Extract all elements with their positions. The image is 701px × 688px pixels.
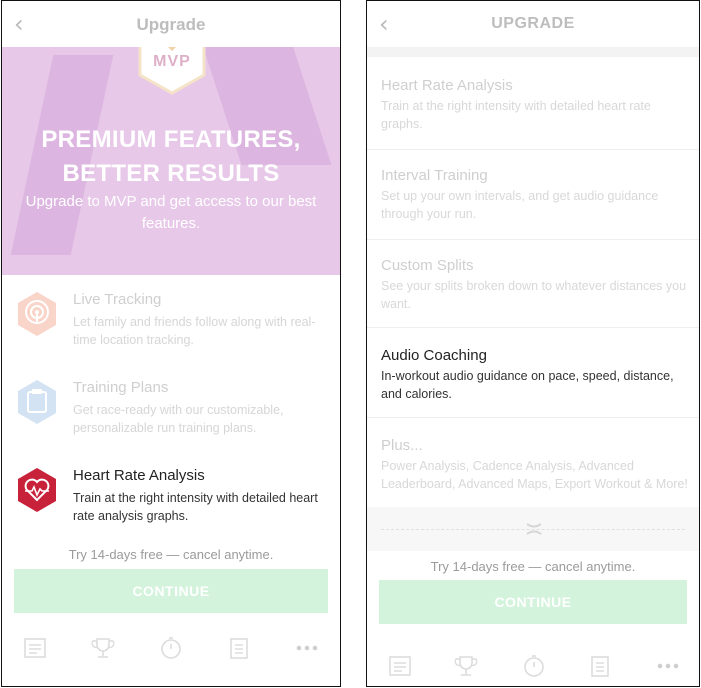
plans-clipboard-icon[interactable] <box>587 653 613 679</box>
mvp-badge-label: MVP <box>153 53 191 70</box>
upgrade-screen-right: ‹ UPGRADE Heart Rate Analysis Train at t… <box>366 0 700 687</box>
plans-clipboard-icon[interactable] <box>226 635 252 661</box>
feed-icon[interactable] <box>22 635 48 661</box>
training-plans-icon <box>16 379 58 425</box>
challenges-trophy-icon[interactable] <box>453 653 479 679</box>
divider <box>367 417 699 418</box>
brand-footer <box>367 507 699 551</box>
feature-title: Interval Training <box>381 167 488 184</box>
feature-custom-splits: Custom Splits See your splits broken dow… <box>381 257 689 313</box>
feature-title: Heart Rate Analysis <box>73 467 205 484</box>
mvp-badge: MVP <box>136 39 208 95</box>
trial-text: Try 14-days free — cancel anytime. <box>68 547 274 562</box>
feature-interval-training: Interval Training Set up your own interv… <box>381 167 689 223</box>
divider <box>367 239 699 240</box>
trial-text: Try 14-days free — cancel anytime. <box>430 559 636 574</box>
live-tracking-icon <box>16 291 58 337</box>
divider <box>367 149 699 150</box>
feature-description: See your splits broken down to whatever … <box>381 279 687 311</box>
record-stopwatch-icon[interactable] <box>521 653 547 679</box>
feature-title: Custom Splits <box>381 257 474 274</box>
feature-description: Let family and friends follow along with… <box>73 315 316 347</box>
feature-title: Training Plans <box>73 379 169 396</box>
more-icon[interactable] <box>294 635 320 661</box>
feature-description: In-workout audio guidance on pace, speed… <box>381 369 674 401</box>
hero-title: PREMIUM FEATURES, BETTER RESULTS <box>2 123 340 191</box>
feature-audio-coaching: Audio Coaching In-workout audio guidance… <box>381 347 689 403</box>
tab-bar <box>2 629 340 669</box>
feature-description: Power Analysis, Cadence Analysis, Advanc… <box>381 459 688 491</box>
nav-bar: ‹ Upgrade <box>2 1 340 47</box>
divider <box>367 327 699 328</box>
hero-subtitle: Upgrade to MVP and get access to our bes… <box>25 193 317 232</box>
continue-button[interactable]: CONTINUE <box>379 580 687 624</box>
feature-description: Get race-ready with our customizable, pe… <box>73 403 284 435</box>
under-armour-logo-icon <box>526 523 542 535</box>
feature-plus: Plus... Power Analysis, Cadence Analysis… <box>381 437 689 493</box>
nav-bar: ‹ UPGRADE <box>367 1 699 47</box>
tab-bar <box>367 647 699 686</box>
hero-title-line-2: BETTER RESULTS <box>62 160 280 187</box>
feature-title: Heart Rate Analysis <box>381 77 513 94</box>
page-title: Upgrade <box>136 15 206 34</box>
feature-description: Set up your own intervals, and get audio… <box>381 189 659 221</box>
scroll-edge <box>367 47 699 57</box>
record-stopwatch-icon[interactable] <box>158 635 184 661</box>
feature-heart-rate-analysis: Heart Rate Analysis Train at the right i… <box>381 77 689 133</box>
feature-title: Audio Coaching <box>381 347 487 364</box>
challenges-trophy-icon[interactable] <box>90 635 116 661</box>
hero-title-line-1: PREMIUM FEATURES, <box>41 126 301 153</box>
feature-title: Live Tracking <box>73 291 162 308</box>
feed-icon[interactable] <box>387 653 413 679</box>
upgrade-screen-left: ‹ Upgrade PREMIUM FEATURES, BETTER RESUL… <box>1 0 341 687</box>
feature-title: Plus... <box>381 437 423 454</box>
more-icon[interactable] <box>655 653 681 679</box>
heart-rate-icon <box>16 467 58 513</box>
page-title: UPGRADE <box>491 15 575 32</box>
feature-description: Train at the right intensity with detail… <box>381 99 651 131</box>
continue-button[interactable]: CONTINUE <box>14 569 328 613</box>
feature-description: Train at the right intensity with detail… <box>73 491 318 523</box>
